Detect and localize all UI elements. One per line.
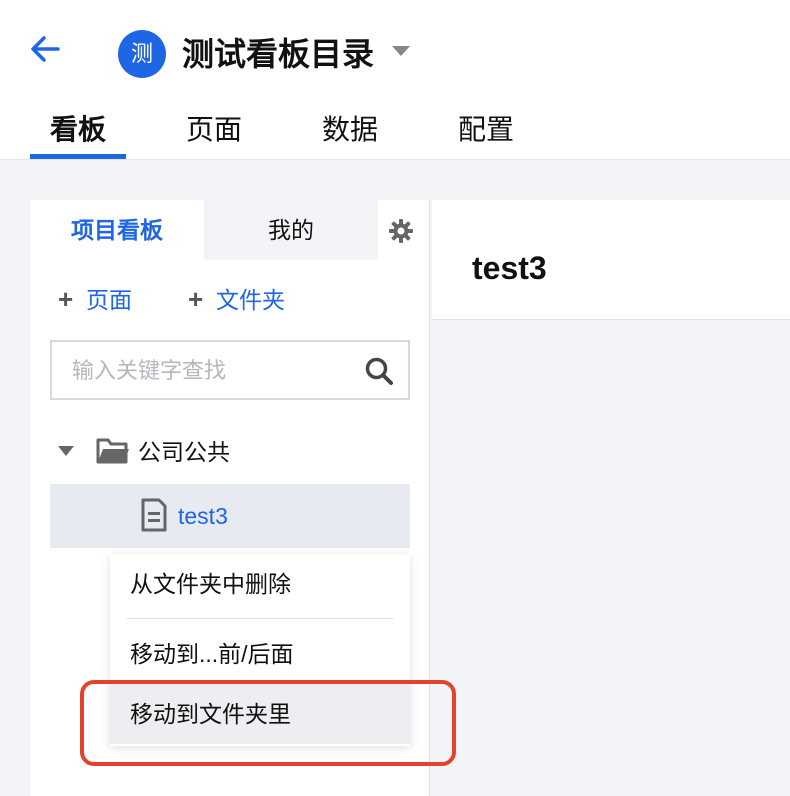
app-header: 测 测试看板目录 看板 页面 数据 配置 — [0, 0, 790, 160]
gear-icon[interactable] — [388, 218, 414, 244]
back-arrow-icon[interactable] — [28, 32, 62, 66]
tab-my-dashboards[interactable]: 我的 — [204, 200, 378, 260]
menu-item-move-before-after[interactable]: 移动到...前/后面 — [110, 624, 410, 684]
menu-item-remove-from-folder[interactable]: 从文件夹中删除 — [110, 554, 410, 614]
main-title: test3 — [472, 250, 547, 286]
chevron-down-icon[interactable] — [392, 46, 410, 56]
page-item-label: test3 — [178, 503, 228, 529]
folder-item-label[interactable]: 公司公共 — [138, 434, 230, 470]
search-box — [50, 340, 410, 400]
main-header: test3 — [432, 200, 790, 320]
add-page-button[interactable]: + 页面 — [58, 282, 132, 317]
add-folder-button[interactable]: + 文件夹 — [188, 282, 285, 317]
main-content: test3 — [432, 200, 790, 796]
page-item-test3[interactable]: test3 — [50, 484, 410, 548]
plus-icon: + — [58, 284, 74, 314]
tab-config[interactable]: 配置 — [438, 108, 534, 160]
tab-project-dashboards[interactable]: 项目看板 — [30, 200, 204, 260]
menu-divider — [126, 618, 394, 619]
plus-icon: + — [188, 284, 204, 314]
add-page-label: 页面 — [86, 287, 132, 313]
dashboard-avatar: 测 — [118, 30, 166, 78]
highlight-annotation — [80, 680, 456, 766]
tab-data[interactable]: 数据 — [302, 108, 398, 160]
page-title[interactable]: 测试看板目录 — [182, 30, 374, 78]
tab-dashboard[interactable]: 看板 — [30, 108, 126, 160]
tab-pages[interactable]: 页面 — [166, 108, 262, 160]
folder-open-icon — [96, 438, 129, 464]
collapse-triangle-icon[interactable] — [58, 446, 74, 456]
document-icon — [141, 498, 167, 532]
active-tab-indicator — [30, 154, 126, 159]
add-folder-label: 文件夹 — [216, 287, 285, 313]
search-icon[interactable] — [364, 356, 394, 386]
search-input[interactable] — [72, 356, 342, 386]
